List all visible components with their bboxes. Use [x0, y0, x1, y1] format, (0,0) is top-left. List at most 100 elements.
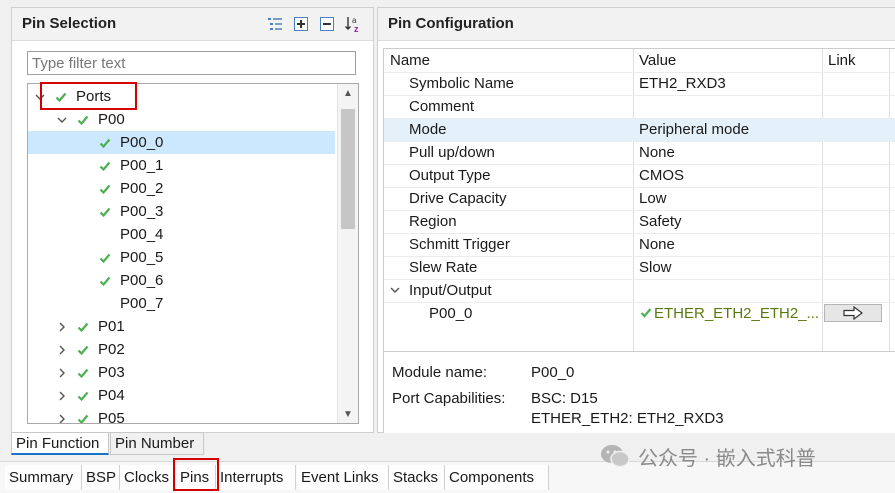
config-value[interactable]: ETH2_RXD3: [639, 72, 726, 95]
watermark-text: 公众号 · 嵌入式科普: [638, 447, 816, 470]
pin-tree: ▲ ▼ Ports P00 P00_0 P00_1 P00_2 P00_3 P00_4 P00…: [27, 83, 359, 424]
config-row[interactable]: Drive Capacity Low: [384, 187, 895, 210]
tree-item[interactable]: P00_7: [28, 292, 335, 315]
header-value[interactable]: Value: [639, 49, 676, 72]
chevron-right-icon[interactable]: [56, 361, 68, 384]
tree-scrollbar[interactable]: ▲ ▼: [337, 84, 358, 423]
config-row[interactable]: Mode Peripheral mode: [384, 118, 895, 141]
tree-item[interactable]: P00_2: [28, 177, 335, 200]
chevron-right-icon[interactable]: [56, 315, 68, 338]
config-value[interactable]: None: [639, 233, 675, 256]
pin-configuration-header: Pin Configuration: [378, 8, 895, 41]
check-icon: [640, 302, 652, 325]
config-row[interactable]: Region Safety: [384, 210, 895, 233]
arrow-right-icon: [843, 306, 863, 320]
config-row[interactable]: Pull up/down None: [384, 141, 895, 164]
port-capabilities-label: Port Capabilities:: [392, 390, 506, 407]
tree-item[interactable]: P00_1: [28, 154, 335, 177]
check-icon: [76, 407, 90, 423]
tree-item[interactable]: P01: [28, 315, 335, 338]
check-icon: [98, 269, 112, 292]
tab-summary[interactable]: Summary: [5, 465, 82, 490]
tree-item-label: P00_2: [120, 180, 164, 197]
tree-item[interactable]: P00_6: [28, 269, 335, 292]
config-value[interactable]: Low: [639, 187, 667, 210]
header-name[interactable]: Name: [390, 49, 430, 72]
chevron-right-icon[interactable]: [56, 384, 68, 407]
config-table-header: Name Value Link: [384, 49, 895, 72]
tree-item-label: P00: [98, 111, 125, 128]
chevron-down-icon[interactable]: [390, 279, 400, 302]
config-value[interactable]: ETHER_ETH2_ETH2_...: [654, 302, 819, 325]
config-row[interactable]: Comment: [384, 95, 895, 118]
scroll-thumb[interactable]: [341, 109, 355, 229]
config-row[interactable]: Input/Output: [384, 279, 895, 302]
tree-item-label: P00_7: [120, 295, 164, 312]
collapse-icon[interactable]: [317, 14, 337, 34]
check-icon: [98, 177, 112, 200]
tree-item-label: Ports: [76, 88, 112, 105]
check-icon: [76, 338, 90, 361]
tree-item-label: P01: [98, 318, 125, 335]
tab-event-links[interactable]: Event Links: [297, 465, 389, 490]
config-row[interactable]: Slew Rate Slow: [384, 256, 895, 279]
config-row[interactable]: Symbolic Name ETH2_RXD3: [384, 72, 895, 95]
config-row[interactable]: Schmitt Trigger None: [384, 233, 895, 256]
config-value[interactable]: Safety: [639, 210, 682, 233]
tab-stacks[interactable]: Stacks: [389, 465, 445, 490]
svg-text:z: z: [354, 24, 359, 33]
tree-item[interactable]: P03: [28, 361, 335, 384]
expand-icon[interactable]: [291, 14, 311, 34]
chevron-right-icon[interactable]: [56, 407, 68, 423]
check-icon: [76, 384, 90, 407]
header-link[interactable]: Link: [828, 49, 856, 72]
tab-clocks[interactable]: Clocks: [120, 465, 174, 490]
tree-item-label: P04: [98, 387, 125, 404]
config-value[interactable]: Peripheral mode: [639, 118, 749, 141]
chevron-down-icon[interactable]: [34, 85, 46, 108]
tab-pin-number[interactable]: Pin Number: [110, 432, 204, 455]
config-name: Output Type: [409, 167, 491, 184]
tree-item[interactable]: P00_4: [28, 223, 335, 246]
link-arrow-button[interactable]: [824, 304, 882, 322]
check-icon: [98, 131, 112, 154]
check-icon: [76, 315, 90, 338]
chevron-right-icon[interactable]: [56, 338, 68, 361]
tree-item-label: P05: [98, 410, 125, 424]
collapse-all-icon[interactable]: [265, 14, 285, 34]
config-name: Pull up/down: [409, 144, 495, 161]
tree-item[interactable]: P04: [28, 384, 335, 407]
pin-selection-toolbar: az: [265, 14, 363, 34]
sort-az-icon[interactable]: az: [343, 14, 363, 34]
tree-item-label: P03: [98, 364, 125, 381]
check-icon: [98, 154, 112, 177]
tree-item[interactable]: P02: [28, 338, 335, 361]
tab-pin-function[interactable]: Pin Function: [11, 432, 109, 455]
chevron-down-icon[interactable]: [56, 108, 68, 131]
tab-interrupts[interactable]: Interrupts: [216, 465, 296, 490]
check-icon: [98, 246, 112, 269]
config-value[interactable]: CMOS: [639, 164, 684, 187]
scroll-down-icon[interactable]: ▼: [338, 405, 358, 423]
tree-item[interactable]: P00_0: [28, 131, 335, 154]
pin-selection-header: Pin Selection az: [12, 8, 373, 41]
tree-item[interactable]: P00: [28, 108, 335, 131]
tree-item[interactable]: Ports: [28, 85, 335, 108]
config-value[interactable]: Slow: [639, 256, 672, 279]
config-value[interactable]: None: [639, 141, 675, 164]
config-name: Schmitt Trigger: [409, 236, 510, 253]
tree-item[interactable]: P00_5: [28, 246, 335, 269]
port-capability-value: BSC: D15: [531, 390, 598, 407]
tab-bsp[interactable]: BSP: [82, 465, 120, 490]
tab-components[interactable]: Components: [445, 465, 549, 490]
config-row[interactable]: P00_0 ETHER_ETH2_ETH2_...: [384, 302, 895, 325]
tab-pins[interactable]: Pins: [176, 465, 216, 490]
config-name: Mode: [409, 121, 447, 138]
scroll-up-icon[interactable]: ▲: [338, 84, 358, 102]
tree-item[interactable]: P00_3: [28, 200, 335, 223]
config-row[interactable]: Output Type CMOS: [384, 164, 895, 187]
filter-input[interactable]: [27, 51, 356, 75]
port-capability-value: ETHER_ETH2: ETH2_RXD3: [531, 410, 724, 427]
wechat-icon: [601, 445, 630, 468]
tree-item[interactable]: P05: [28, 407, 335, 424]
